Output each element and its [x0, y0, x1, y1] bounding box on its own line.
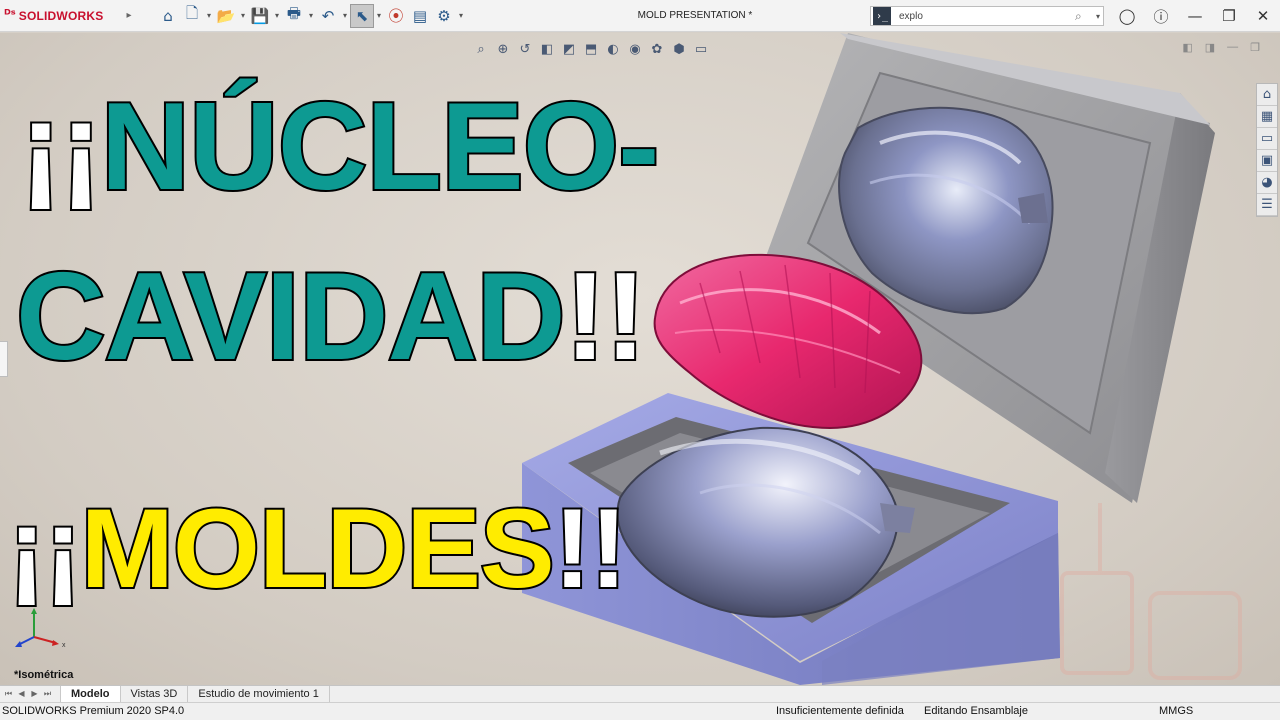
graphics-area[interactable]: ⌕ ⊕ ↺ ◧ ◩ ⬒ ◐ ◉ ✿ ⬢ ▭ ◧ ◨ — ❐ ⌂ ▦ ▭ ▣ ◕ …: [0, 33, 1280, 685]
headline-open-bangs-3: ¡¡: [6, 486, 84, 611]
task-pane-tabs: ⌂ ▦ ▭ ▣ ◕ ☰: [1256, 83, 1278, 217]
search-icon[interactable]: ⌕: [1075, 9, 1093, 24]
tab-modelo[interactable]: Modelo: [60, 685, 121, 703]
home-icon[interactable]: ⌂: [156, 4, 180, 28]
status-units[interactable]: MMGS: [1159, 705, 1193, 717]
options-gear-icon[interactable]: ⚙: [432, 4, 456, 28]
custom-properties-icon[interactable]: ☰: [1257, 194, 1277, 216]
document-title: MOLD PRESENTATION *: [637, 10, 753, 21]
view-settings-icon[interactable]: ▭: [692, 40, 710, 58]
open-folder-icon[interactable]: 📂: [214, 4, 238, 28]
tab-last-icon[interactable]: ⏭: [41, 689, 54, 699]
status-bar: SOLIDWORKS Premium 2020 SP4.0 Insuficien…: [0, 702, 1280, 720]
tab-next-icon[interactable]: ▶: [28, 689, 41, 699]
viewport-restore-icon[interactable]: ❐: [1250, 41, 1260, 54]
print-dropdown-icon[interactable]: ▾: [306, 11, 316, 20]
heads-up-view-toolbar: ⌕ ⊕ ↺ ◧ ◩ ⬒ ◐ ◉ ✿ ⬢ ▭: [472, 37, 710, 61]
save-icon[interactable]: 💾: [248, 4, 272, 28]
print-icon[interactable]: 🖶: [282, 4, 306, 28]
search-input[interactable]: explo: [891, 11, 1075, 22]
tab-navigation: ⏮ ◀ ▶ ⏭: [2, 689, 54, 699]
status-product: SOLIDWORKS Premium 2020 SP4.0: [2, 705, 185, 717]
save-dropdown-icon[interactable]: ▾: [272, 11, 282, 20]
title-bar: ᴰˢ SOLIDWORKS ▸ ⌂ 🗋 ▾ 📂 ▾ 💾 ▾ 🖶 ▾ ↶ ▾ ⬉ …: [0, 0, 1280, 32]
edit-appearance-icon[interactable]: ✿: [648, 40, 666, 58]
section-view-icon[interactable]: ◧: [538, 40, 556, 58]
hide-show-items-icon[interactable]: ◉: [626, 40, 644, 58]
display-style-icon[interactable]: ◐: [604, 40, 622, 58]
close-icon[interactable]: ✕: [1246, 7, 1280, 25]
help-icon[interactable]: ⓘ: [1144, 6, 1178, 27]
viewport-minimize-icon[interactable]: —: [1227, 41, 1238, 54]
tab-motion-study[interactable]: Estudio de movimiento 1: [188, 685, 330, 703]
brand-name: SOLIDWORKS: [18, 8, 104, 23]
search-commands-box[interactable]: ›_ explo ⌕ ▾: [870, 6, 1104, 26]
undo-icon[interactable]: ↶: [316, 4, 340, 28]
command-search-icon: ›_: [873, 7, 891, 25]
tab-vistas-3d[interactable]: Vistas 3D: [121, 685, 189, 703]
status-definition: Insuficientemente definida: [776, 705, 904, 717]
open-dropdown-icon[interactable]: ▾: [238, 11, 248, 20]
zoom-to-area-icon[interactable]: ⊕: [494, 40, 512, 58]
headline-close-bangs-3: !!: [552, 486, 630, 611]
dynamic-annotation-icon[interactable]: ◩: [560, 40, 578, 58]
new-dropdown-icon[interactable]: ▾: [204, 11, 214, 20]
view-palette-icon[interactable]: ▣: [1257, 150, 1277, 172]
headline-open-bangs-1: ¡¡: [18, 78, 104, 216]
tab-prev-icon[interactable]: ◀: [15, 689, 28, 699]
apply-scene-icon[interactable]: ⬢: [670, 40, 688, 58]
design-library-icon[interactable]: ▦: [1257, 106, 1277, 128]
new-document-icon[interactable]: 🗋: [180, 4, 204, 28]
svg-text:x: x: [62, 642, 66, 649]
headline-nucleo: NÚCLEO-: [99, 78, 662, 216]
headline-line-1: ¡¡NÚCLEO-: [18, 83, 661, 211]
watermark-logo: [1060, 503, 1242, 680]
undo-dropdown-icon[interactable]: ▾: [340, 11, 350, 20]
search-dropdown-icon[interactable]: ▾: [1093, 12, 1103, 21]
ds-logo-icon: ᴰˢ: [4, 8, 16, 23]
options-dropdown-icon[interactable]: ▾: [456, 11, 466, 20]
user-account-icon[interactable]: ◯: [1110, 7, 1144, 25]
headline-moldes: MOLDES: [79, 486, 557, 611]
viewport-window-controls: ◧ ◨ — ❐: [1182, 41, 1260, 54]
appearances-scenes-icon[interactable]: ◕: [1257, 172, 1277, 194]
view-orientation-label: *Isométrica: [14, 669, 74, 681]
tile-left-icon[interactable]: ◧: [1182, 41, 1192, 54]
select-dropdown-icon[interactable]: ▾: [374, 11, 384, 20]
file-properties-icon[interactable]: ▤: [408, 4, 432, 28]
select-pointer-icon[interactable]: ⬉: [350, 3, 374, 28]
rebuild-traffic-light-icon[interactable]: ⦿: [384, 4, 408, 28]
feature-manager-collapse-tab[interactable]: [0, 341, 8, 377]
status-mode: Editando Ensamblaje: [924, 705, 1028, 717]
zoom-to-fit-icon[interactable]: ⌕: [472, 40, 490, 58]
menu-expand-icon[interactable]: ▸: [122, 10, 136, 21]
headline-line-2: CAVIDAD!!: [14, 253, 648, 381]
tab-first-icon[interactable]: ⏮: [2, 689, 15, 699]
coordinate-triad-icon: x: [15, 608, 66, 649]
solidworks-resources-icon[interactable]: ⌂: [1257, 84, 1277, 106]
solidworks-logo[interactable]: ᴰˢ SOLIDWORKS: [0, 8, 122, 23]
headline-close-bangs-2: !!: [563, 248, 649, 386]
view-orientation-icon[interactable]: ⬒: [582, 40, 600, 58]
model-tabs-bar: ⏮ ◀ ▶ ⏭ Modelo Vistas 3D Estudio de movi…: [0, 685, 1280, 703]
file-explorer-icon[interactable]: ▭: [1257, 128, 1277, 150]
headline-cavidad: CAVIDAD: [14, 248, 568, 386]
window-controls: ◯ ⓘ — ❐ ✕: [1110, 0, 1280, 32]
headline-line-3: ¡¡MOLDES!!: [6, 491, 629, 607]
minimize-icon[interactable]: —: [1178, 7, 1212, 25]
tile-right-icon[interactable]: ◨: [1205, 41, 1215, 54]
quick-access-toolbar: ⌂ 🗋 ▾ 📂 ▾ 💾 ▾ 🖶 ▾ ↶ ▾ ⬉ ▾ ⦿ ▤ ⚙ ▾: [156, 3, 466, 28]
restore-icon[interactable]: ❐: [1212, 7, 1246, 25]
previous-view-icon[interactable]: ↺: [516, 40, 534, 58]
